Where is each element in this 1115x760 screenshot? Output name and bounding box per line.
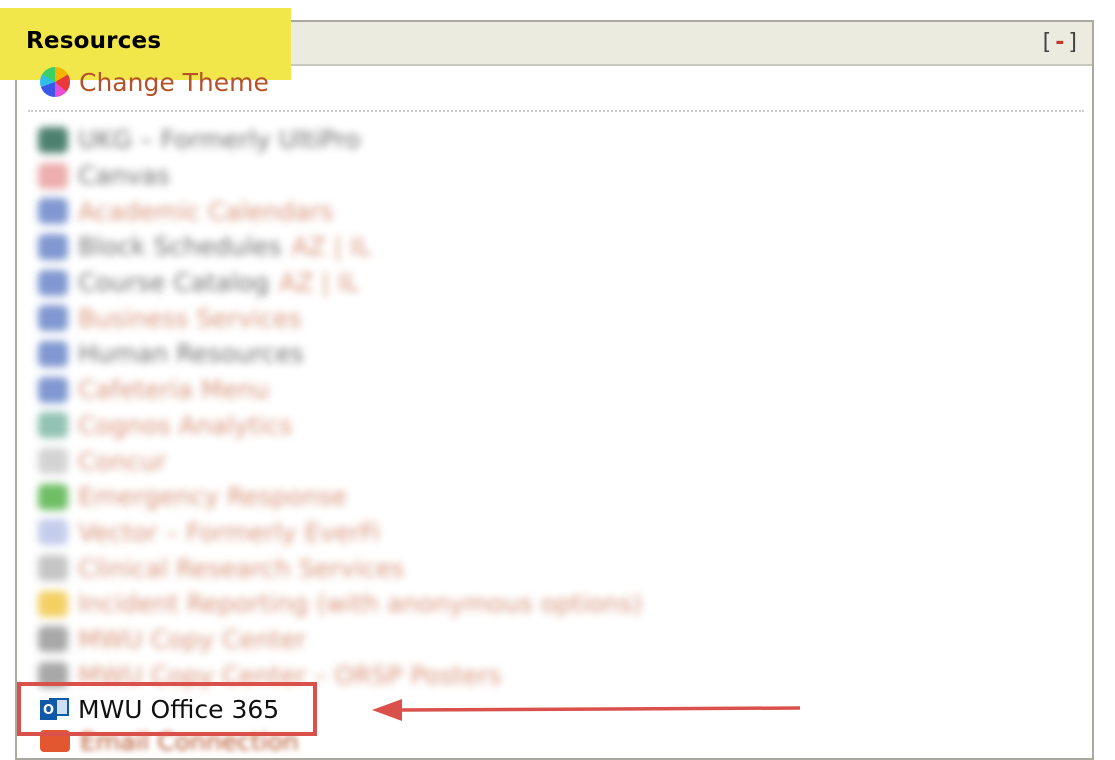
list-item-label: Canvas — [78, 161, 170, 191]
list-item[interactable]: Cognos Analytics — [38, 408, 738, 444]
list-item-label: Cognos Analytics — [78, 410, 293, 440]
list-item[interactable]: Canvas — [38, 158, 738, 194]
list-item[interactable]: Academic Calendars — [38, 193, 738, 229]
list-item-label: Emergency Response — [78, 482, 348, 512]
resource-icon — [38, 376, 68, 403]
collapse-bracket-close: ] — [1068, 30, 1081, 55]
list-item-extra[interactable]: AZ | IL — [279, 268, 359, 297]
list-item-label: Incident Reporting (with anonymous optio… — [78, 589, 643, 619]
collapse-toggle[interactable]: [-] — [1043, 30, 1081, 55]
divider — [28, 110, 1084, 112]
list-item[interactable]: Clinical Research Services — [38, 550, 738, 586]
list-item[interactable]: Human Resources — [38, 336, 738, 372]
list-item-label: Human Resources — [78, 339, 304, 369]
list-item[interactable]: Concur — [38, 443, 738, 479]
list-item-label: Cafeteria Menu — [78, 375, 270, 405]
list-item-label: Concur — [78, 446, 167, 476]
resource-icon — [38, 590, 68, 617]
list-item[interactable]: Business Services — [38, 300, 738, 336]
list-item[interactable]: Vector – Formerly EverFi — [38, 515, 738, 551]
resource-icon — [38, 483, 68, 510]
resource-icon — [38, 269, 68, 296]
collapse-bracket-open: [ — [1042, 30, 1056, 55]
list-item-extra[interactable]: AZ | IL — [291, 232, 371, 261]
list-item[interactable]: Cafeteria Menu — [38, 372, 738, 408]
callout-highlight-box — [17, 682, 317, 736]
resource-icon — [38, 626, 68, 653]
list-item-label: Academic Calendars — [78, 196, 334, 226]
resource-icon — [38, 412, 68, 439]
resource-icon — [38, 198, 68, 225]
callout-arrow-icon — [372, 699, 801, 721]
resource-icon — [38, 448, 68, 475]
list-item[interactable]: Block Schedules AZ | IL — [38, 229, 738, 265]
panel-title: Resources — [26, 28, 162, 54]
list-item-label: Vector – Formerly EverFi — [78, 517, 381, 547]
resource-icon — [38, 162, 68, 189]
resource-icon — [38, 555, 68, 582]
list-item-label: Clinical Research Services — [78, 553, 405, 583]
list-item[interactable]: Course Catalog AZ | IL — [38, 265, 738, 301]
resource-icon — [38, 126, 68, 153]
list-item[interactable]: Emergency Response — [38, 479, 738, 515]
color-wheel-icon — [40, 67, 70, 97]
list-item[interactable]: Incident Reporting (with anonymous optio… — [38, 586, 738, 622]
resource-icon — [38, 305, 68, 332]
list-item-label: UKG – Formerly UltiPro — [78, 125, 361, 155]
resource-icon — [38, 340, 68, 367]
list-item-label: Block Schedules — [78, 232, 282, 262]
list-item[interactable]: MWU Copy Center — [38, 622, 738, 658]
change-theme-label: Change Theme — [79, 67, 269, 97]
list-item[interactable]: UKG – Formerly UltiPro — [38, 122, 738, 158]
list-item-label: MWU Copy Center — [78, 624, 307, 654]
resource-icon — [38, 233, 68, 260]
collapse-button[interactable]: - — [1055, 30, 1068, 55]
list-item-label: Business Services — [78, 303, 302, 333]
change-theme-link[interactable]: Change Theme — [40, 66, 269, 98]
resource-icon — [38, 519, 68, 546]
resource-list: UKG – Formerly UltiPro Canvas Academic Cal… — [38, 122, 738, 693]
list-item-label: Course Catalog — [78, 268, 270, 298]
